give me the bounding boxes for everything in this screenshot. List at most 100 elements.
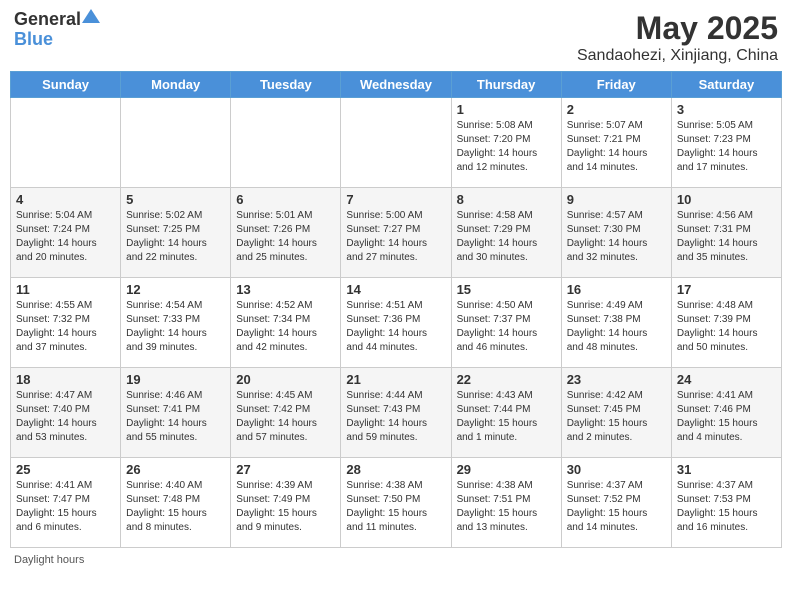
day-info: Sunrise: 5:04 AMSunset: 7:24 PMDaylight:… <box>16 209 115 265</box>
day-info: Sunrise: 4:39 AMSunset: 7:49 PMDaylight:… <box>236 479 335 535</box>
calendar-cell: 15Sunrise: 4:50 AMSunset: 7:37 PMDayligh… <box>451 278 561 368</box>
day-info: Sunrise: 4:46 AMSunset: 7:41 PMDaylight:… <box>126 389 225 445</box>
month-title: May 2025 <box>577 10 778 47</box>
logo: General Blue <box>14 10 100 50</box>
day-info: Sunrise: 4:56 AMSunset: 7:31 PMDaylight:… <box>677 209 776 265</box>
day-info: Sunrise: 5:08 AMSunset: 7:20 PMDaylight:… <box>457 119 556 175</box>
day-number: 28 <box>346 462 445 477</box>
calendar-cell: 30 Sunrise: 4:37 AMSunset: 7:52 PMDayligh… <box>561 458 671 548</box>
day-info: Sunrise: 4:41 AMSunset: 7:46 PMDaylight:… <box>677 389 776 445</box>
day-number: 12 <box>126 282 225 297</box>
day-info: Sunrise: 4:43 AMSunset: 7:44 PMDaylight:… <box>457 389 556 445</box>
day-number: 18 <box>16 372 115 387</box>
calendar-cell: 3Sunrise: 5:05 AMSunset: 7:23 PMDaylight… <box>671 98 781 188</box>
calendar-cell: 16Sunrise: 4:49 AMSunset: 7:38 PMDayligh… <box>561 278 671 368</box>
calendar-cell: 11 Sunrise: 4:55 AMSunset: 7:32 PMDayligh… <box>11 278 121 368</box>
calendar-cell: 20Sunrise: 4:45 AMSunset: 7:42 PMDayligh… <box>231 368 341 458</box>
day-number: 6 <box>236 192 335 207</box>
day-info: Sunrise: 4:44 AMSunset: 7:43 PMDaylight:… <box>346 389 445 445</box>
day-info: Sunrise: 4:47 AMSunset: 7:40 PMDaylight:… <box>16 389 115 445</box>
calendar-cell: 19 Sunrise: 4:46 AMSunset: 7:41 PMDayligh… <box>121 368 231 458</box>
location-title: Sandaohezi, Xinjiang, China <box>577 47 778 65</box>
calendar-cell: 6 Sunrise: 5:01 AMSunset: 7:26 PMDaylight… <box>231 188 341 278</box>
day-info: Sunrise: 4:38 AMSunset: 7:50 PMDaylight:… <box>346 479 445 535</box>
calendar-cell <box>341 98 451 188</box>
calendar-week-row: 18 Sunrise: 4:47 AMSunset: 7:40 PMDayligh… <box>11 368 782 458</box>
calendar-cell: 13Sunrise: 4:52 AMSunset: 7:34 PMDayligh… <box>231 278 341 368</box>
day-number: 14 <box>346 282 445 297</box>
calendar-cell: 18 Sunrise: 4:47 AMSunset: 7:40 PMDayligh… <box>11 368 121 458</box>
calendar-header-monday: Monday <box>121 72 231 98</box>
title-block: May 2025 Sandaohezi, Xinjiang, China <box>577 10 778 65</box>
calendar-header-row: SundayMondayTuesdayWednesdayThursdayFrid… <box>11 72 782 98</box>
day-number: 1 <box>457 102 556 117</box>
calendar-cell: 5Sunrise: 5:02 AMSunset: 7:25 PMDaylight… <box>121 188 231 278</box>
day-number: 15 <box>457 282 556 297</box>
calendar-cell <box>11 98 121 188</box>
calendar-week-row: 1 Sunrise: 5:08 AMSunset: 7:20 PMDaylight… <box>11 98 782 188</box>
calendar-header-thursday: Thursday <box>451 72 561 98</box>
day-number: 31 <box>677 462 776 477</box>
day-info: Sunrise: 4:37 AMSunset: 7:53 PMDaylight:… <box>677 479 776 535</box>
day-number: 27 <box>236 462 335 477</box>
calendar-cell: 17Sunrise: 4:48 AMSunset: 7:39 PMDayligh… <box>671 278 781 368</box>
day-number: 8 <box>457 192 556 207</box>
calendar-cell: 26Sunrise: 4:40 AMSunset: 7:48 PMDayligh… <box>121 458 231 548</box>
day-number: 22 <box>457 372 556 387</box>
day-info: Sunrise: 4:37 AMSunset: 7:52 PMDaylight:… <box>567 479 666 535</box>
day-number: 30 <box>567 462 666 477</box>
day-info: Sunrise: 4:38 AMSunset: 7:51 PMDaylight:… <box>457 479 556 535</box>
logo-blue: Blue <box>14 29 53 49</box>
day-info: Sunrise: 4:41 AMSunset: 7:47 PMDaylight:… <box>16 479 115 535</box>
calendar-week-row: 25 Sunrise: 4:41 AMSunset: 7:47 PMDayligh… <box>11 458 782 548</box>
day-number: 16 <box>567 282 666 297</box>
day-info: Sunrise: 4:42 AMSunset: 7:45 PMDaylight:… <box>567 389 666 445</box>
calendar-header-saturday: Saturday <box>671 72 781 98</box>
day-number: 2 <box>567 102 666 117</box>
day-info: Sunrise: 4:52 AMSunset: 7:34 PMDaylight:… <box>236 299 335 355</box>
day-number: 11 <box>16 282 115 297</box>
calendar-header-sunday: Sunday <box>11 72 121 98</box>
calendar-cell: 25 Sunrise: 4:41 AMSunset: 7:47 PMDayligh… <box>11 458 121 548</box>
day-info: Sunrise: 4:55 AMSunset: 7:32 PMDaylight:… <box>16 299 115 355</box>
calendar-cell: 7Sunrise: 5:00 AMSunset: 7:27 PMDaylight… <box>341 188 451 278</box>
day-number: 25 <box>16 462 115 477</box>
calendar-cell: 28 Sunrise: 4:38 AMSunset: 7:50 PMDayligh… <box>341 458 451 548</box>
calendar-cell: 10 Sunrise: 4:56 AMSunset: 7:31 PMDayligh… <box>671 188 781 278</box>
footer-note: Daylight hours <box>10 554 782 566</box>
calendar-cell: 1 Sunrise: 5:08 AMSunset: 7:20 PMDaylight… <box>451 98 561 188</box>
calendar-cell: 12Sunrise: 4:54 AMSunset: 7:33 PMDayligh… <box>121 278 231 368</box>
day-number: 10 <box>677 192 776 207</box>
day-number: 9 <box>567 192 666 207</box>
calendar-week-row: 11 Sunrise: 4:55 AMSunset: 7:32 PMDayligh… <box>11 278 782 368</box>
day-number: 21 <box>346 372 445 387</box>
day-info: Sunrise: 5:02 AMSunset: 7:25 PMDaylight:… <box>126 209 225 265</box>
calendar-header-friday: Friday <box>561 72 671 98</box>
day-info: Sunrise: 5:07 AMSunset: 7:21 PMDaylight:… <box>567 119 666 175</box>
day-number: 24 <box>677 372 776 387</box>
calendar-cell: 8 Sunrise: 4:58 AMSunset: 7:29 PMDaylight… <box>451 188 561 278</box>
day-number: 7 <box>346 192 445 207</box>
day-number: 17 <box>677 282 776 297</box>
day-number: 29 <box>457 462 556 477</box>
day-number: 23 <box>567 372 666 387</box>
calendar-cell: 4 Sunrise: 5:04 AMSunset: 7:24 PMDaylight… <box>11 188 121 278</box>
day-info: Sunrise: 4:57 AMSunset: 7:30 PMDaylight:… <box>567 209 666 265</box>
day-number: 4 <box>16 192 115 207</box>
calendar-cell: 27 Sunrise: 4:39 AMSunset: 7:49 PMDayligh… <box>231 458 341 548</box>
calendar-table: SundayMondayTuesdayWednesdayThursdayFrid… <box>10 71 782 548</box>
calendar-cell: 21 Sunrise: 4:44 AMSunset: 7:43 PMDayligh… <box>341 368 451 458</box>
logo-general: General <box>14 10 81 30</box>
calendar-cell: 31 Sunrise: 4:37 AMSunset: 7:53 PMDayligh… <box>671 458 781 548</box>
page-header: General Blue May 2025 Sandaohezi, Xinjia… <box>10 10 782 65</box>
calendar-cell: 23 Sunrise: 4:42 AMSunset: 7:45 PMDayligh… <box>561 368 671 458</box>
day-number: 20 <box>236 372 335 387</box>
calendar-cell <box>121 98 231 188</box>
day-number: 3 <box>677 102 776 117</box>
day-info: Sunrise: 4:58 AMSunset: 7:29 PMDaylight:… <box>457 209 556 265</box>
day-info: Sunrise: 5:01 AMSunset: 7:26 PMDaylight:… <box>236 209 335 265</box>
calendar-cell <box>231 98 341 188</box>
day-number: 26 <box>126 462 225 477</box>
day-number: 19 <box>126 372 225 387</box>
calendar-week-row: 4 Sunrise: 5:04 AMSunset: 7:24 PMDaylight… <box>11 188 782 278</box>
